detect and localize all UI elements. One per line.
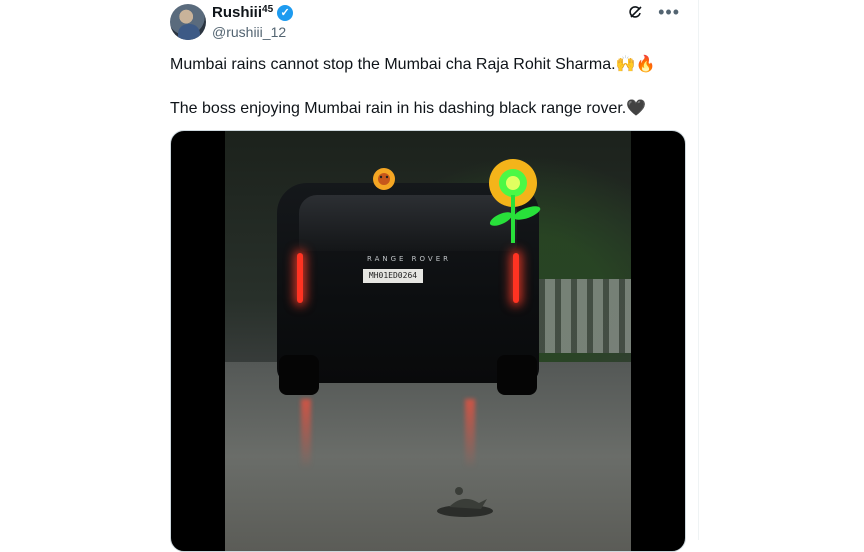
tweet-text-line-2: The boss enjoying Mumbai rain in his das… [170, 100, 647, 117]
grok-icon[interactable] [628, 4, 644, 20]
taillight-reflection-right [465, 399, 475, 469]
more-options-icon[interactable]: ••• [658, 3, 680, 21]
right-taillight [513, 253, 519, 303]
sun-sticker-icon [373, 168, 395, 190]
display-name[interactable]: Rushiii45 [212, 4, 273, 21]
display-name-text: Rushiii [212, 4, 263, 21]
display-name-superscript: 45 [262, 4, 274, 15]
right-rear-wheel [497, 355, 537, 395]
left-taillight [297, 253, 303, 303]
license-plate: MH01ED0264 [363, 269, 423, 283]
bird-figure-icon [437, 487, 493, 517]
left-rear-wheel [279, 355, 319, 395]
avatar[interactable] [170, 4, 206, 40]
car-brand-lettering: RANGE ROVER [367, 255, 452, 263]
tweet-text-line-1: Mumbai rains cannot stop the Mumbai cha … [170, 56, 656, 73]
taillight-reflection-left [301, 399, 311, 469]
handle[interactable]: @rushiii_12 [212, 24, 286, 40]
tweet[interactable]: Rushiii45 ✓ @rushiii_12 ••• Mumbai rains… [150, 0, 698, 552]
tweet-video[interactable]: RANGE ROVER MH01ED0264 [170, 130, 686, 552]
left-margin [0, 0, 150, 540]
right-margin [704, 0, 864, 540]
tweet-actions-top: ••• [628, 3, 680, 21]
sunflower-sticker-icon [489, 159, 541, 243]
verified-badge-icon[interactable]: ✓ [277, 4, 294, 21]
author-name-row[interactable]: Rushiii45 ✓ [212, 4, 294, 21]
column-divider [698, 0, 699, 540]
video-frame[interactable]: RANGE ROVER MH01ED0264 [225, 131, 631, 551]
